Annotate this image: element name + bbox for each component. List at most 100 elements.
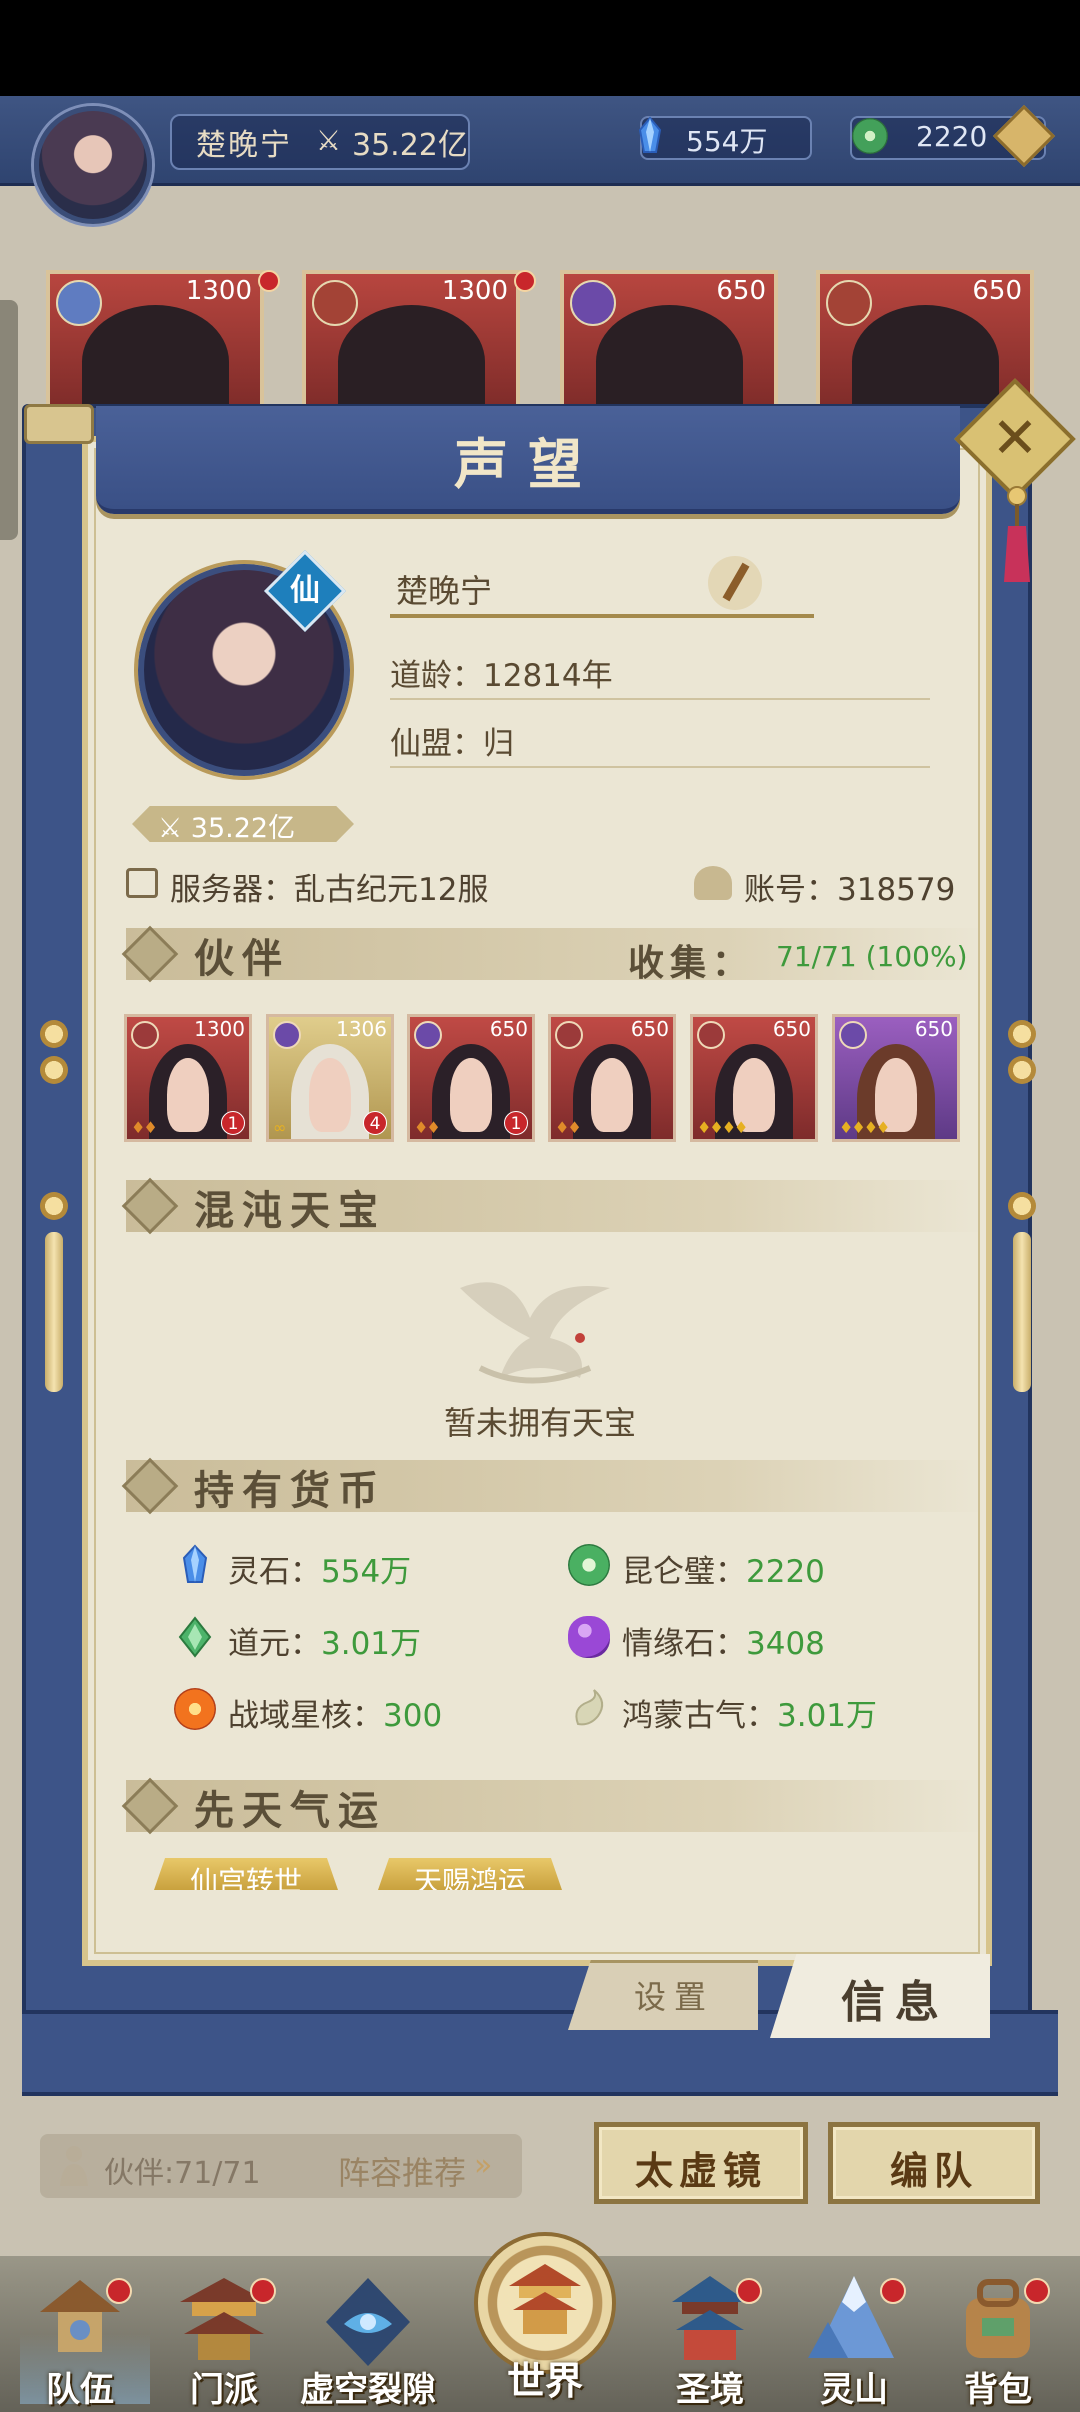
currency-name: 情缘石： bbox=[622, 1626, 746, 1662]
currency-value: 3.01万 bbox=[321, 1626, 422, 1662]
close-icon[interactable]: ✕ bbox=[972, 396, 1058, 482]
guild-name: 仙盟：归 bbox=[390, 726, 514, 762]
world-building-icon bbox=[509, 2264, 581, 2334]
no-treasure-text: 暂未拥有天宝 bbox=[443, 1404, 636, 1442]
partner-face bbox=[309, 1058, 351, 1132]
frame-ornament bbox=[1008, 1020, 1036, 1048]
partner-level: 1306 bbox=[336, 1017, 387, 1041]
nav-spirit-mountain[interactable]: 灵山 bbox=[784, 2262, 924, 2412]
nav-void-rift[interactable]: 虚空裂隙 bbox=[298, 2262, 438, 2412]
server-icon bbox=[126, 868, 158, 898]
element-icon bbox=[273, 1021, 301, 1049]
tassel-icon bbox=[1004, 486, 1030, 582]
partner-face bbox=[591, 1058, 633, 1132]
element-icon bbox=[312, 280, 358, 326]
hero-portrait bbox=[81, 305, 229, 419]
status-bar bbox=[0, 0, 1080, 96]
side-panel-handle[interactable] bbox=[0, 300, 18, 540]
lineup-recommend-link[interactable]: 阵容推荐 bbox=[338, 2148, 466, 2194]
frame-ornament bbox=[40, 1192, 68, 1220]
partner-icon bbox=[60, 2146, 88, 2186]
crane-icon bbox=[460, 1282, 610, 1384]
partner-card[interactable]: 650 ♦♦♦♦ bbox=[832, 1014, 960, 1142]
divider bbox=[390, 698, 930, 700]
nav-sect[interactable]: 门派 bbox=[154, 2262, 294, 2412]
collect-label: 收集： bbox=[628, 942, 755, 984]
nav-label: 虚空裂隙 bbox=[300, 2370, 436, 2410]
immortal-badge-text: 仙 bbox=[290, 573, 320, 608]
currency-item: 灵石：554万 bbox=[228, 1546, 411, 1591]
spirit-stone-value: 554万 bbox=[686, 125, 768, 158]
star-rank: ∞ bbox=[273, 1118, 286, 1137]
element-icon bbox=[414, 1021, 442, 1049]
divider bbox=[390, 614, 814, 618]
frame-tassel bbox=[45, 1232, 63, 1392]
notification-dot bbox=[736, 2278, 762, 2304]
frame-ornament bbox=[40, 1020, 68, 1048]
partner-face bbox=[167, 1058, 209, 1132]
divider bbox=[390, 766, 930, 768]
currency-value: 3408 bbox=[746, 1626, 825, 1662]
account-label: 账号：318579 bbox=[744, 872, 956, 908]
brush-icon[interactable] bbox=[708, 556, 762, 610]
hero-card[interactable]: 1300 bbox=[46, 270, 264, 420]
partner-card[interactable]: 650 ♦♦ bbox=[548, 1014, 676, 1142]
jade-value: 2220 bbox=[916, 120, 988, 153]
hero-portrait bbox=[595, 305, 743, 419]
frame-ornament bbox=[40, 1056, 68, 1084]
partner-level: 650 bbox=[489, 1017, 528, 1041]
nav-label: 圣境 bbox=[676, 2370, 744, 2410]
profile-power: ⚔ 35.22亿 bbox=[158, 813, 296, 844]
currency-name: 鸿蒙古气： bbox=[622, 1698, 777, 1734]
love-stone-icon bbox=[568, 1616, 610, 1658]
nav-team[interactable]: 队伍 bbox=[10, 2262, 150, 2412]
currency-item: 情缘石：3408 bbox=[622, 1618, 825, 1663]
player-avatar[interactable] bbox=[34, 106, 152, 224]
notification-dot bbox=[250, 2278, 276, 2304]
partner-face bbox=[450, 1058, 492, 1132]
hero-card[interactable]: 1300 bbox=[302, 270, 520, 420]
star-rank: ♦♦ bbox=[131, 1118, 158, 1137]
element-icon bbox=[131, 1021, 159, 1049]
nav-holy-realm[interactable]: 圣境 bbox=[640, 2262, 780, 2412]
nav-label: 灵山 bbox=[820, 2370, 888, 2410]
hero-card[interactable]: 650 bbox=[560, 270, 778, 420]
star-rank: ♦♦♦♦ bbox=[839, 1118, 890, 1137]
profile-name: 楚晚宁 bbox=[396, 572, 493, 610]
partner-card[interactable]: 650 ♦♦♦♦ bbox=[690, 1014, 818, 1142]
scroll-rod bbox=[24, 404, 94, 444]
currency-item: 昆仑璧：2220 bbox=[622, 1546, 825, 1591]
currency-value: 554万 bbox=[321, 1554, 412, 1590]
tab-settings-label[interactable]: 设置 bbox=[590, 1972, 758, 2018]
kunlun-jade-icon bbox=[568, 1544, 610, 1586]
power-icon: ⚔ bbox=[316, 124, 342, 157]
chevron-right-icon[interactable]: » bbox=[474, 2148, 492, 2183]
app-root: 楚晚宁 ⚔ 35.22亿 554万 2220 1300 1300 650 650 bbox=[0, 0, 1080, 2412]
nav-backpack[interactable]: 背包 bbox=[928, 2262, 1068, 2412]
spirit-stone-icon bbox=[182, 1544, 208, 1583]
account-icon bbox=[694, 866, 732, 900]
nav-label: 背包 bbox=[964, 2370, 1032, 2410]
nav-label: 队伍 bbox=[46, 2370, 114, 2410]
hero-level: 650 bbox=[972, 276, 1022, 306]
player-name: 楚晚宁 bbox=[196, 128, 292, 163]
currency-name: 战域星核： bbox=[228, 1698, 383, 1734]
treasure-section-title: 混沌天宝 bbox=[194, 1187, 386, 1234]
partner-card[interactable]: 1306 ∞ 4 bbox=[266, 1014, 394, 1142]
paper-bottom bbox=[100, 1890, 976, 1950]
notification-dot bbox=[514, 270, 536, 292]
server-label: 服务器：乱古纪元12服 bbox=[170, 872, 489, 908]
tab-info-label[interactable]: 信息 bbox=[800, 1966, 990, 2030]
nav-label: 世界 bbox=[506, 2358, 583, 2403]
partner-card[interactable]: 1300 ♦♦ 1 bbox=[124, 1014, 252, 1142]
hero-level: 1300 bbox=[185, 276, 252, 306]
taixu-mirror-label[interactable]: 太虚镜 bbox=[594, 2140, 808, 2195]
formation-label[interactable]: 编队 bbox=[828, 2140, 1040, 2195]
partner-count-badge: 4 bbox=[363, 1111, 387, 1135]
hero-level: 650 bbox=[716, 276, 766, 306]
partner-card[interactable]: 650 ♦♦ 1 bbox=[407, 1014, 535, 1142]
currency-item: 道元：3.01万 bbox=[228, 1618, 421, 1663]
currency-name: 灵石： bbox=[228, 1554, 321, 1590]
nav-world[interactable]: 世界 bbox=[470, 2232, 620, 2412]
frame-tassel bbox=[1013, 1232, 1031, 1392]
